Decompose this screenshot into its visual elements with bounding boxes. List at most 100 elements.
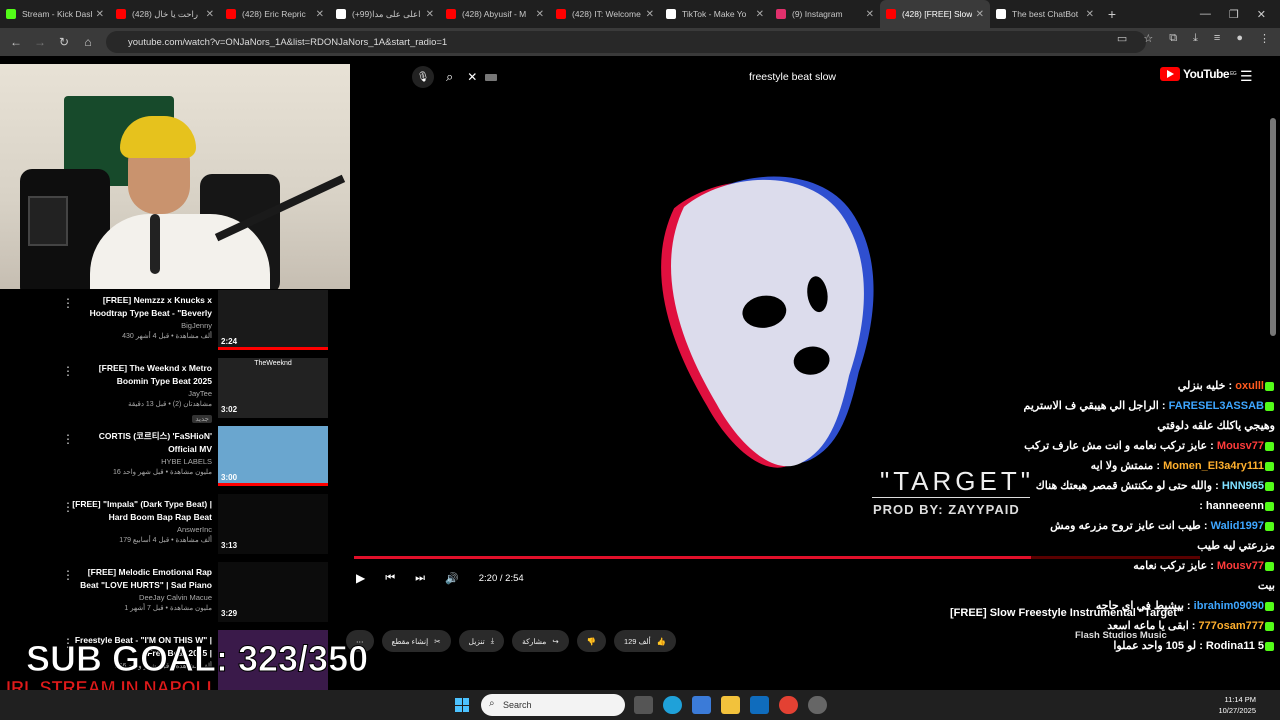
playlist-item[interactable]: ⋮ CORTIS (코르티스) 'FaSHioN' Official MV HYBE…: [0, 426, 340, 494]
browser-tab[interactable]: Stream - Kick Dash ✕: [0, 0, 110, 28]
windows-start-icon[interactable]: [455, 698, 469, 712]
chat-message: Rodina11 5 : لو 105 واحد عملوا: [1000, 636, 1275, 656]
previous-icon[interactable]: ⏮: [385, 572, 395, 585]
item-stats: 179 ألف مشاهدة • قبل 4 أسابيع: [119, 537, 212, 544]
tab-close-icon[interactable]: ✕: [756, 9, 764, 20]
play-icon[interactable]: ▶: [356, 571, 365, 585]
item-thumbnail[interactable]: 3:00: [218, 426, 328, 486]
tab-close-icon[interactable]: ✕: [536, 9, 544, 20]
dislike-button[interactable]: 👎: [576, 630, 606, 652]
edge-icon[interactable]: [663, 696, 682, 714]
chat-message: hanneeenn :: [1000, 496, 1275, 516]
avatar[interactable]: ●: [1236, 32, 1243, 45]
hamburger-menu-icon[interactable]: ☰: [1240, 68, 1253, 85]
chat-text: وهيجي ياكلك علقه دلوقتي: [1157, 420, 1275, 432]
chat-badge-icon: [1265, 381, 1274, 391]
scrollbar[interactable]: [1270, 118, 1276, 336]
tab-close-icon[interactable]: ✕: [1086, 9, 1094, 20]
item-thumbnail[interactable]: TheWeeknd 3:02: [218, 358, 328, 418]
browser-tab[interactable]: (9) Instagram ✕: [770, 0, 880, 28]
forward-icon[interactable]: →: [28, 35, 52, 49]
system-clock[interactable]: 11:14 PM 10/27/2025: [1218, 694, 1256, 716]
maximize-icon[interactable]: ❐: [1229, 8, 1239, 21]
chat-username[interactable]: oxulll: [1235, 380, 1264, 392]
tab-close-icon[interactable]: ✕: [206, 9, 214, 20]
app-icon[interactable]: [808, 696, 827, 714]
next-icon[interactable]: ⏭: [415, 572, 425, 585]
url-field[interactable]: youtube.com/watch?v=ONJaNors_1A&list=RDO…: [106, 31, 1146, 53]
chat-username[interactable]: hanneeenn: [1206, 500, 1264, 512]
playlist-item[interactable]: ⋮ [FREE] Nemzzz x Knucks x Hoodtrap Type …: [0, 290, 340, 358]
chrome-icon[interactable]: [779, 696, 798, 714]
chat-username[interactable]: Mousv77: [1217, 440, 1264, 452]
browser-tab[interactable]: (428) IT: Welcome ✕: [550, 0, 660, 28]
new-tab-button[interactable]: +: [1100, 6, 1124, 22]
playlist-item[interactable]: ⋮ [FREE] Melodic Emotional Rap Beat "LOVE…: [0, 562, 340, 630]
back-icon[interactable]: ←: [4, 35, 28, 49]
playlist-item[interactable]: ⋮ [FREE] The Weeknd x Metro Boomin Type B…: [0, 358, 340, 426]
task-view-icon[interactable]: [634, 696, 653, 714]
chat-text: : ابقى يا ماعه اسعد: [1107, 620, 1196, 632]
chat-username[interactable]: 777osam777: [1199, 620, 1264, 632]
reading-list-icon[interactable]: ≡: [1214, 32, 1220, 45]
close-icon[interactable]: ✕: [1257, 8, 1266, 21]
item-thumbnail[interactable]: 3:29: [218, 562, 328, 622]
item-menu-icon[interactable]: ⋮: [62, 364, 74, 378]
browser-tab[interactable]: TikTok - Make Yo ✕: [660, 0, 770, 28]
browser-tab[interactable]: (428) راحت يا خال ✕: [110, 0, 220, 28]
taskbar-search-input[interactable]: ⌕ Search: [481, 694, 625, 716]
cast-icon[interactable]: ▭: [1117, 32, 1127, 45]
browser-tab[interactable]: (+99)اعلى على مدا ✕: [330, 0, 440, 28]
search-icon[interactable]: ⌕: [446, 69, 453, 85]
file-explorer-icon[interactable]: [721, 696, 740, 714]
browser-tab[interactable]: (428) [FREE] Slow ✕: [880, 0, 990, 28]
like-button[interactable]: 129 ألف 👍: [613, 630, 677, 652]
youtube-logo[interactable]: YouTube EG: [1160, 67, 1237, 81]
chat-username[interactable]: HNN965: [1222, 480, 1264, 492]
share-button[interactable]: مشاركة ↪: [512, 630, 569, 652]
tab-favicon-icon: [666, 9, 676, 19]
outlook-icon[interactable]: [750, 696, 769, 714]
tab-close-icon[interactable]: ✕: [976, 9, 984, 20]
mic-icon[interactable]: 🎙: [412, 66, 434, 88]
store-icon[interactable]: [692, 696, 711, 714]
download-icon[interactable]: ⤓: [1193, 32, 1198, 45]
item-menu-icon[interactable]: ⋮: [62, 432, 74, 446]
volume-icon[interactable]: 🔊: [445, 572, 459, 585]
tab-close-icon[interactable]: ✕: [646, 9, 654, 20]
browser-tab[interactable]: (428) Eric Repric ✕: [220, 0, 330, 28]
minimize-icon[interactable]: —: [1200, 8, 1211, 20]
tab-close-icon[interactable]: ✕: [426, 9, 434, 20]
extensions-icon[interactable]: ⧉: [1169, 32, 1177, 45]
search-input[interactable]: freestyle beat slow: [505, 71, 848, 83]
browser-tab[interactable]: (428) Abyusif - M ✕: [440, 0, 550, 28]
download-button[interactable]: تنزيل ⤓: [458, 630, 505, 652]
more-icon[interactable]: ⋮: [1259, 32, 1270, 45]
reload-icon[interactable]: ↻: [52, 35, 76, 49]
clear-search-icon[interactable]: ✕: [467, 70, 477, 84]
chat-username[interactable]: ibrahim09090: [1194, 600, 1264, 612]
item-thumbnail[interactable]: 2:24: [218, 290, 328, 350]
tab-favicon-icon: [336, 9, 346, 19]
home-icon[interactable]: ⌂: [76, 35, 100, 49]
chat-username[interactable]: Momen_El3a4ry111: [1163, 460, 1264, 472]
item-thumbnail[interactable]: 3:13: [218, 494, 328, 554]
item-menu-icon[interactable]: ⋮: [62, 568, 74, 582]
clip-button[interactable]: إنشاء مقطع ✂: [381, 630, 451, 652]
tab-close-icon[interactable]: ✕: [316, 9, 324, 20]
seek-progress: [354, 556, 1031, 559]
tab-close-icon[interactable]: ✕: [96, 9, 104, 20]
tab-close-icon[interactable]: ✕: [866, 9, 874, 20]
keyboard-icon[interactable]: [485, 73, 498, 81]
playlist-item[interactable]: ⋮ [FREE] "Impala" (Dark Type Beat) | Hard…: [0, 494, 340, 562]
item-menu-icon[interactable]: ⋮: [62, 500, 74, 514]
chat-username[interactable]: Mousv77: [1217, 560, 1264, 572]
chat-text: : عايز تركب نعامه و انت مش عارف تركب: [1024, 440, 1214, 452]
chat-username[interactable]: FARESEL3ASSAB: [1169, 400, 1264, 412]
playlist-panel: ⋮ [FREE] Nemzzz x Knucks x Hoodtrap Type …: [0, 290, 340, 690]
chat-username[interactable]: Walid1997: [1211, 520, 1264, 532]
item-menu-icon[interactable]: ⋮: [62, 296, 74, 310]
bookmark-icon[interactable]: ☆: [1143, 32, 1153, 45]
browser-tab[interactable]: The best ChatBot ✕: [990, 0, 1100, 28]
chat-username[interactable]: Rodina11 5: [1206, 640, 1264, 652]
